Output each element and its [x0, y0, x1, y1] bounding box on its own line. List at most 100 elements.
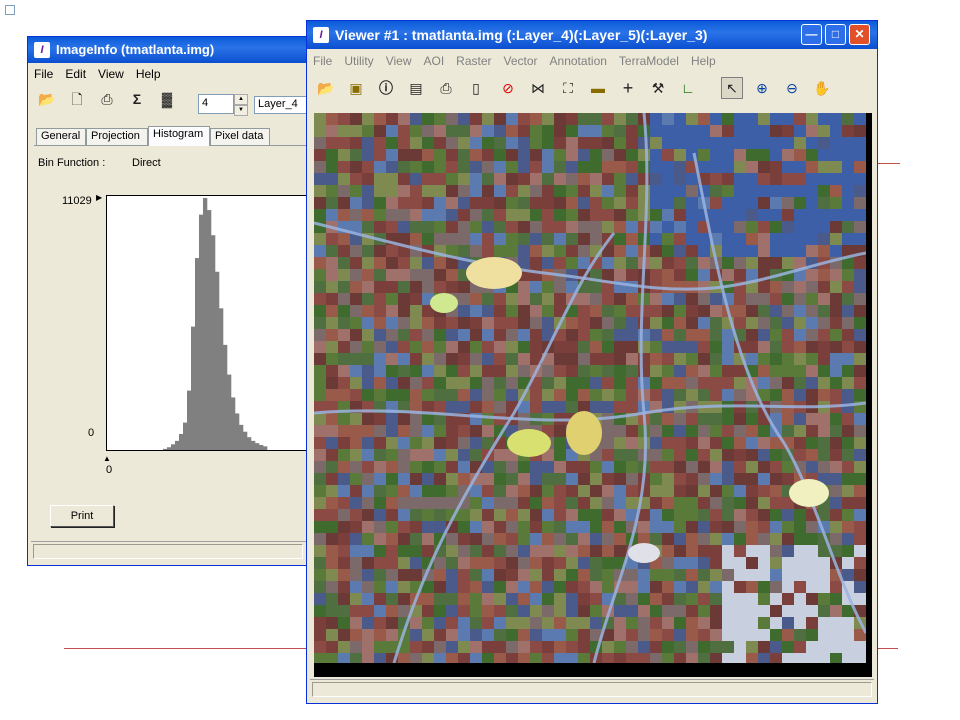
image-tile: [614, 329, 626, 341]
minimize-button[interactable]: —: [801, 24, 822, 45]
image-tile: [410, 329, 422, 341]
histogram-icon[interactable]: ▓: [156, 88, 178, 110]
status-cell: [312, 682, 872, 697]
menu-help[interactable]: Help: [130, 64, 167, 81]
menu-annotation[interactable]: Annotation: [544, 51, 613, 68]
image-tile: [314, 233, 326, 245]
zoom-in-icon[interactable]: ⊕: [751, 77, 773, 99]
open-folder-icon[interactable]: 📂: [36, 88, 58, 110]
clear-view-icon[interactable]: ⊘: [497, 77, 519, 99]
inquire-cursor-icon[interactable]: +: [617, 77, 639, 99]
menu-terramodel[interactable]: TerraModel: [613, 51, 685, 68]
satellite-image[interactable]: [314, 113, 866, 663]
profile-chart-icon[interactable]: ∟: [677, 77, 699, 99]
menu-view[interactable]: View: [92, 64, 130, 81]
tab-general[interactable]: General: [36, 128, 86, 145]
image-tile: [782, 377, 794, 389]
tab-projection[interactable]: Projection: [86, 128, 148, 145]
image-tile: [506, 473, 518, 485]
image-tile: [734, 521, 746, 533]
image-tile: [758, 305, 770, 317]
image-tile: [710, 365, 722, 377]
image-tile: [818, 221, 830, 233]
imageinfo-window[interactable]: I ImageInfo (tmatlanta.img) File Edit View…: [27, 36, 320, 566]
measure-icon[interactable]: ▬: [587, 77, 609, 99]
image-tile: [410, 413, 422, 425]
spin-down-icon[interactable]: ▼: [234, 105, 248, 116]
image-tile: [422, 425, 434, 437]
image-tile: [854, 497, 866, 509]
image-tile: [362, 281, 374, 293]
menu-file[interactable]: File: [307, 51, 338, 68]
pan-hand-icon[interactable]: ✋: [811, 77, 833, 99]
image-tile: [398, 209, 410, 221]
image-tile: [422, 449, 434, 461]
sigma-icon[interactable]: Σ: [126, 88, 148, 110]
viewer-image-area[interactable]: [314, 113, 872, 677]
menu-raster[interactable]: Raster: [450, 51, 497, 68]
zoom-fit-icon[interactable]: ⋈: [527, 77, 549, 99]
image-tile: [374, 137, 386, 149]
image-tile: [698, 257, 710, 269]
eraser-icon[interactable]: ▯: [465, 77, 487, 99]
image-tile: [818, 557, 830, 569]
tab-pixel-data[interactable]: Pixel data: [210, 128, 270, 145]
image-tile: [494, 197, 506, 209]
image-tile: [770, 389, 782, 401]
spin-up-icon[interactable]: ▲: [234, 94, 248, 105]
new-document-icon[interactable]: 🗋: [66, 88, 88, 110]
image-tile: [770, 545, 782, 557]
image-tile: [326, 437, 338, 449]
image-tile: [554, 497, 566, 509]
menu-file[interactable]: File: [28, 64, 59, 81]
image-tile: [398, 353, 410, 365]
image-tile: [650, 497, 662, 509]
maximize-button[interactable]: □: [825, 24, 846, 45]
zoom-out-icon[interactable]: ⊖: [781, 77, 803, 99]
tab-histogram[interactable]: Histogram: [148, 126, 210, 146]
layer-spinner[interactable]: ▲ ▼: [234, 94, 248, 116]
image-tile: [626, 389, 638, 401]
image-tile: [422, 269, 434, 281]
layer-number-input[interactable]: 4: [198, 94, 234, 114]
image-tile: [830, 617, 842, 629]
menu-help[interactable]: Help: [685, 51, 722, 68]
pointer-icon[interactable]: ↖: [721, 77, 743, 99]
imageinfo-titlebar[interactable]: I ImageInfo (tmatlanta.img): [28, 37, 316, 63]
viewer-window[interactable]: I Viewer #1 : tmatlanta.img (:Layer_4)(:…: [306, 20, 878, 704]
printer-icon[interactable]: ⎙: [435, 77, 457, 99]
menu-vector[interactable]: Vector: [498, 51, 544, 68]
image-tile: [782, 281, 794, 293]
info-icon[interactable]: ⓘ: [375, 77, 397, 99]
menu-aoi[interactable]: AOI: [417, 51, 450, 68]
image-tile: [734, 389, 746, 401]
image-tile: [518, 221, 530, 233]
menu-edit[interactable]: Edit: [59, 64, 92, 81]
image-tile: [554, 209, 566, 221]
image-tile: [374, 269, 386, 281]
menu-view[interactable]: View: [380, 51, 418, 68]
open-folder-icon[interactable]: 📂: [315, 77, 337, 99]
hammer-icon[interactable]: ⚒: [647, 77, 669, 99]
close-button[interactable]: ✕: [849, 24, 870, 45]
image-tile: [854, 389, 866, 401]
image-tile: [758, 377, 770, 389]
save-icon[interactable]: ▤: [405, 77, 427, 99]
printer-icon[interactable]: ⎙: [96, 88, 118, 110]
image-tile: [542, 473, 554, 485]
image-tile: [410, 365, 422, 377]
viewer-titlebar[interactable]: I Viewer #1 : tmatlanta.img (:Layer_4)(:…: [307, 21, 877, 49]
image-tile: [710, 437, 722, 449]
menu-utility[interactable]: Utility: [338, 51, 379, 68]
image-tile: [758, 437, 770, 449]
image-tile: [650, 461, 662, 473]
print-button[interactable]: Print: [50, 505, 114, 527]
image-tile: [770, 173, 782, 185]
image-tile: [374, 329, 386, 341]
image-tile: [770, 569, 782, 581]
image-tile: [818, 377, 830, 389]
open-layer-icon[interactable]: ▣: [345, 77, 367, 99]
zoom-extent-icon[interactable]: ⛶: [557, 77, 579, 99]
image-tile: [758, 653, 770, 663]
histogram-bar: [174, 440, 180, 450]
